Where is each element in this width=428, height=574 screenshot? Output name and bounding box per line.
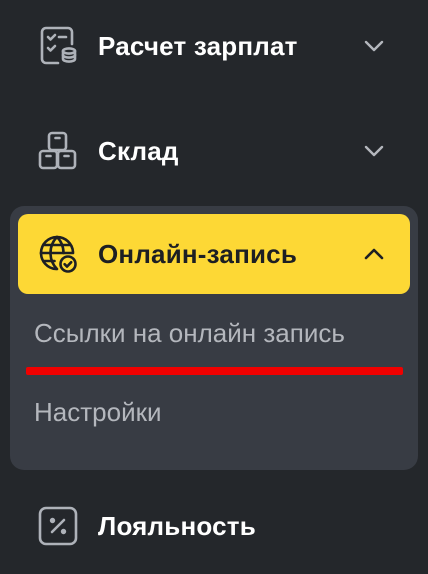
menu-item-online-booking[interactable]: Онлайн-запись: [18, 214, 410, 294]
menu-item-salary[interactable]: Расчет зарплат: [18, 4, 410, 88]
menu-item-warehouse[interactable]: Склад: [18, 109, 410, 193]
menu-item-loyalty[interactable]: Лояльность: [18, 484, 410, 568]
menu-label-loyalty: Лояльность: [98, 510, 256, 541]
menu-label-salary: Расчет зарплат: [98, 30, 298, 61]
chevron-up-icon[interactable]: [362, 242, 386, 266]
annotation-underline: [26, 367, 403, 375]
payroll-list-icon: [36, 24, 80, 68]
boxes-icon: [36, 129, 80, 173]
sidebar-menu: Расчет зарплат Склад Онлайн-запись Ссылк…: [0, 0, 428, 574]
menu-label-online-booking: Онлайн-запись: [98, 238, 298, 269]
submenu-item-booking-links[interactable]: Ссылки на онлайн запись: [34, 318, 345, 349]
chevron-down-icon[interactable]: [362, 34, 386, 58]
chevron-down-icon[interactable]: [362, 139, 386, 163]
menu-label-warehouse: Склад: [98, 135, 179, 166]
submenu-item-settings[interactable]: Настройки: [34, 397, 162, 428]
globe-check-icon: [36, 232, 80, 276]
percent-badge-icon: [36, 504, 80, 548]
